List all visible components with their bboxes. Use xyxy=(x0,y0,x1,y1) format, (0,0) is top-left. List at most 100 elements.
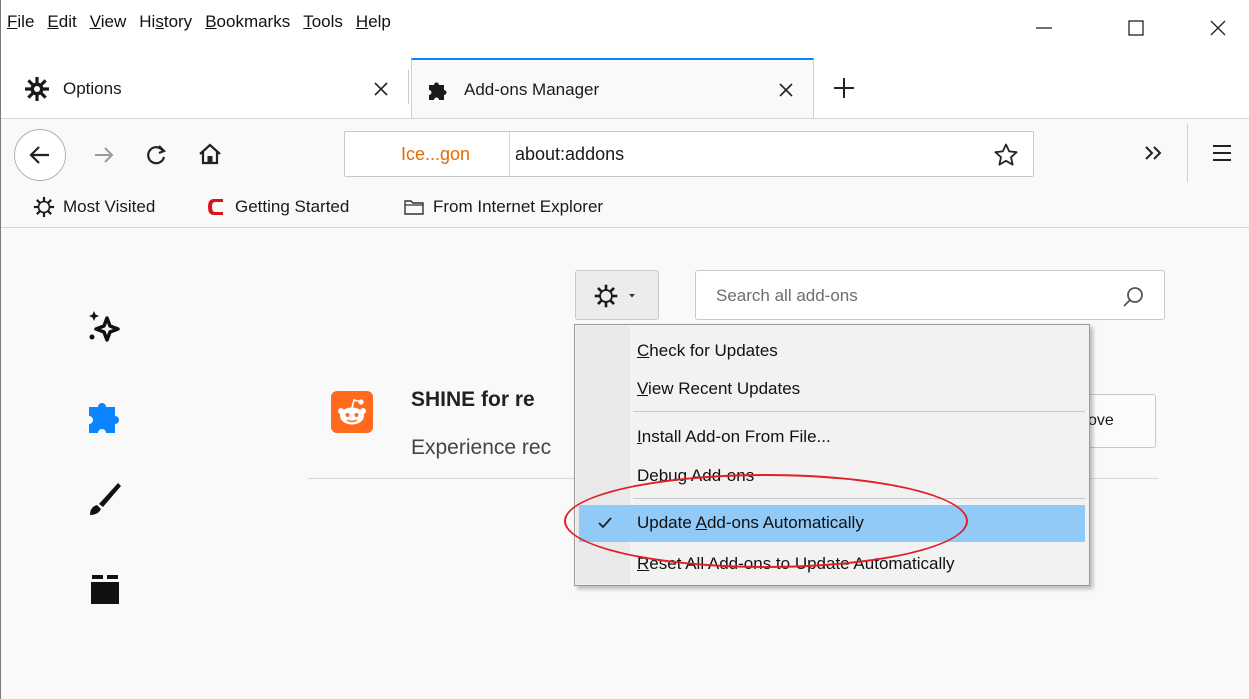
addon-icon xyxy=(331,391,373,433)
menu-item-label: Update Add-ons Automatically xyxy=(637,513,864,533)
menu-rest: ools xyxy=(311,12,343,31)
plugins-block-icon[interactable] xyxy=(85,568,125,608)
menu-accel: B xyxy=(205,12,217,31)
search-icon[interactable] xyxy=(1120,284,1146,310)
navigation-toolbar: Ice...gon about:addons xyxy=(1,118,1249,190)
menu-item-install-from-file[interactable]: Install Add-on From File... xyxy=(579,419,1085,455)
menu-item-check-for-updates[interactable]: Check for Updates xyxy=(579,333,1085,369)
close-icon[interactable] xyxy=(776,80,796,100)
menu-pre: Debu xyxy=(637,466,678,485)
menu-rest: nstall Add-on From File... xyxy=(641,427,831,446)
search-placeholder: Search all add-ons xyxy=(716,286,858,305)
home-icon[interactable] xyxy=(197,141,223,167)
close-icon[interactable] xyxy=(371,79,391,99)
tab-title: Add-ons Manager xyxy=(464,80,600,99)
comodo-c-icon xyxy=(208,199,223,215)
bookmark-label: Getting Started xyxy=(235,197,350,216)
menu-accel: s xyxy=(155,12,164,31)
menu-separator xyxy=(633,498,1085,499)
tab-strip: Options Add-ons Manager xyxy=(1,58,1249,118)
menu-item-update-automatically[interactable]: Update Add-ons Automatically xyxy=(579,505,1085,542)
menu-rest: ile xyxy=(17,12,35,31)
menu-accel: V xyxy=(637,379,649,398)
menu-item-label: Check for Updates xyxy=(637,341,778,361)
bookmark-getting-started[interactable]: Getting Started xyxy=(205,196,349,218)
reddit-alien-icon xyxy=(338,399,366,425)
tools-dropdown-menu: Check for Updates View Recent Updates In… xyxy=(574,324,1090,586)
forward-arrow-icon[interactable] xyxy=(91,142,117,168)
menu-rest: elp xyxy=(368,12,391,31)
folder-icon xyxy=(404,200,424,215)
menu-accel: C xyxy=(637,341,650,360)
menu-accel: g xyxy=(677,466,688,485)
menu-accel: R xyxy=(637,554,650,573)
menu-file[interactable]: File xyxy=(7,12,34,32)
overflow-chevron-icon[interactable] xyxy=(1141,140,1167,166)
menu-rest: dit xyxy=(58,12,77,31)
recommendations-sparkle-icon[interactable] xyxy=(85,306,125,346)
gear-icon xyxy=(33,196,55,218)
menu-accel: V xyxy=(89,12,101,31)
menu-help[interactable]: Help xyxy=(356,12,391,32)
dropdown-caret-icon xyxy=(629,294,635,298)
menu-pre: Hi xyxy=(139,12,156,31)
menu-history[interactable]: History xyxy=(139,12,192,32)
site-identity[interactable]: Ice...gon xyxy=(345,132,510,176)
menu-item-label: Reset All Add-ons to Update Automaticall… xyxy=(637,554,955,574)
menu-rest: iew Recent Updates xyxy=(648,379,801,398)
menu-item-debug-addons[interactable]: Debug Add-ons xyxy=(579,458,1085,494)
new-tab-icon[interactable] xyxy=(829,73,859,103)
themes-brush-icon[interactable] xyxy=(85,478,125,518)
bookmark-label: Most Visited xyxy=(63,197,156,216)
bookmark-from-ie[interactable]: From Internet Explorer xyxy=(403,196,603,218)
menu-accel: E xyxy=(47,12,59,31)
hamburger-menu-icon[interactable] xyxy=(1209,140,1235,166)
browser-window: File Edit View History Bookmarks Tools H… xyxy=(0,0,1249,699)
tab-options[interactable]: Options xyxy=(7,59,405,117)
bookmarks-toolbar: Most Visited Getting Started From Intern… xyxy=(1,190,1249,228)
menu-item-label: View Recent Updates xyxy=(637,379,800,399)
url-bar[interactable]: Ice...gon about:addons xyxy=(344,131,1034,177)
bookmark-label: From Internet Explorer xyxy=(433,197,604,216)
menu-tools[interactable]: Tools xyxy=(303,12,343,32)
checkmark-icon xyxy=(598,517,612,529)
menu-rest: tory xyxy=(163,12,193,31)
menu-item-view-recent-updates[interactable]: View Recent Updates xyxy=(579,371,1085,407)
menu-item-reset-all-update-automatically[interactable]: Reset All Add-ons to Update Automaticall… xyxy=(579,546,1085,582)
extensions-puzzle-icon[interactable] xyxy=(85,396,125,436)
remove-label: ove xyxy=(1088,412,1114,429)
tab-addons-manager[interactable]: Add-ons Manager xyxy=(411,58,814,118)
window-close-button[interactable] xyxy=(1195,8,1241,48)
back-arrow-icon xyxy=(29,146,49,164)
menu-accel: T xyxy=(303,12,312,31)
menu-rest: iew xyxy=(100,12,127,31)
menu-rest: dd-ons Automatically xyxy=(706,513,864,532)
bookmark-star-icon[interactable] xyxy=(993,142,1019,168)
maximize-button[interactable] xyxy=(1113,8,1159,48)
menu-view[interactable]: View xyxy=(90,12,127,32)
bookmark-most-visited[interactable]: Most Visited xyxy=(33,196,155,218)
minimize-button[interactable] xyxy=(1021,8,1067,48)
url-text[interactable]: about:addons xyxy=(515,144,624,165)
menu-rest: Add-ons xyxy=(687,466,755,485)
close-icon xyxy=(1210,20,1226,36)
menu-separator xyxy=(633,411,1085,412)
gear-icon xyxy=(25,77,49,101)
addons-search-input[interactable]: Search all add-ons xyxy=(695,270,1165,320)
menu-rest: ookmarks xyxy=(216,12,291,31)
reload-icon[interactable] xyxy=(143,142,169,168)
addon-description: Experience rec xyxy=(411,436,552,459)
menu-pre: Update xyxy=(637,513,696,532)
menu-accel: H xyxy=(355,12,369,31)
tab-title: Options xyxy=(63,79,122,98)
minimize-icon xyxy=(1036,27,1052,29)
menu-rest: eset All Add-ons to Update Automatically xyxy=(649,554,955,573)
back-button[interactable] xyxy=(14,129,66,181)
toolbar-separator xyxy=(1187,124,1188,182)
tools-gear-button[interactable] xyxy=(575,270,659,320)
maximize-icon xyxy=(1128,20,1144,36)
menu-bookmarks[interactable]: Bookmarks xyxy=(205,12,290,32)
menu-edit[interactable]: Edit xyxy=(47,12,76,32)
menu-accel: F xyxy=(7,12,18,31)
menu-item-label: Install Add-on From File... xyxy=(637,427,831,447)
